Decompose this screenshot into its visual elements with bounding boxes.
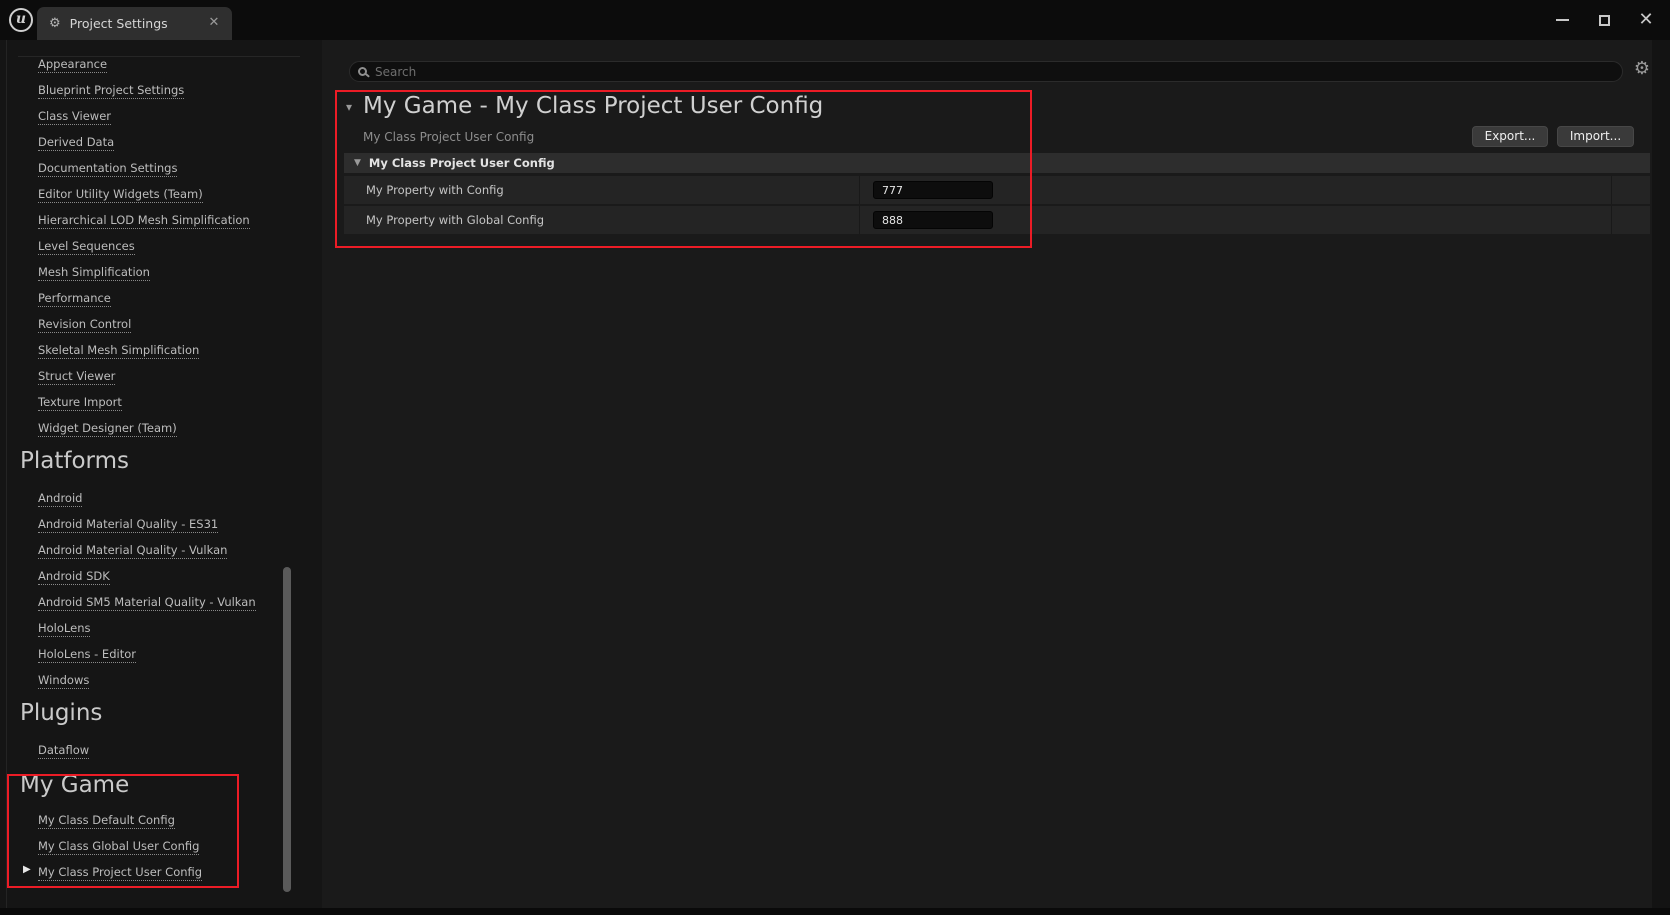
sidebar-item-hololens[interactable]: HoloLens: [0, 615, 280, 641]
sidebar-item-class-viewer[interactable]: Class Viewer: [0, 103, 280, 129]
sidebar-header-my-game: My Game: [20, 772, 129, 798]
sidebar-settings-list: Appearance Blueprint Project Settings Cl…: [0, 51, 280, 441]
sidebar-my-game-list: My Class Default Config My Class Global …: [0, 807, 280, 885]
sidebar-item-hololens-editor[interactable]: HoloLens - Editor: [0, 641, 280, 667]
close-icon: ✕: [1638, 11, 1653, 29]
sidebar-item-android-sm5-vulkan[interactable]: Android SM5 Material Quality - Vulkan: [0, 589, 280, 615]
sidebar-item-skeletal-mesh-simplification[interactable]: Skeletal Mesh Simplification: [0, 337, 280, 363]
sidebar-item-android-material-vulkan[interactable]: Android Material Quality - Vulkan: [0, 537, 280, 563]
sidebar-item-performance[interactable]: Performance: [0, 285, 280, 311]
my-property-with-global-config-input[interactable]: [873, 211, 993, 229]
sidebar-item-dataflow[interactable]: Dataflow: [0, 737, 280, 763]
property-label: My Property with Config: [344, 176, 860, 204]
sidebar-item-derived-data[interactable]: Derived Data: [0, 129, 280, 155]
minimize-icon: [1556, 19, 1569, 21]
unreal-engine-logo-icon: u: [9, 8, 33, 32]
property-label: My Property with Global Config: [344, 206, 860, 234]
my-property-with-config-input[interactable]: [873, 181, 993, 199]
property-extra-cell: [1612, 206, 1650, 234]
sidebar-item-my-class-global-user-config[interactable]: My Class Global User Config: [0, 833, 280, 859]
section-collapse-arrow-icon[interactable]: ▾: [346, 100, 352, 114]
settings-gear-icon[interactable]: ⚙: [1630, 57, 1654, 81]
sidebar-plugins-list: Dataflow: [0, 737, 280, 763]
page-title: My Game - My Class Project User Config: [363, 93, 823, 119]
sidebar-item-widget-designer[interactable]: Widget Designer (Team): [0, 415, 280, 441]
category-collapse-arrow-icon[interactable]: ▼: [354, 158, 361, 168]
sidebar-item-level-sequences[interactable]: Level Sequences: [0, 233, 280, 259]
project-settings-window: u ⚙ Project Settings ✕ ✕ Appearance Blue…: [0, 0, 1670, 915]
sidebar-item-android-sdk[interactable]: Android SDK: [0, 563, 280, 589]
sidebar-header-platforms: Platforms: [20, 448, 129, 474]
category-header-label: My Class Project User Config: [369, 156, 555, 170]
window-bottom-border: [0, 908, 1670, 915]
sidebar-item-mesh-simplification[interactable]: Mesh Simplification: [0, 259, 280, 285]
title-bar: u ⚙ Project Settings ✕ ✕: [0, 0, 1670, 40]
export-button[interactable]: Export...: [1472, 126, 1548, 147]
selected-item-arrow-icon: ▶: [23, 864, 31, 875]
sidebar-item-android[interactable]: Android: [0, 485, 280, 511]
tab-close-icon[interactable]: ✕: [206, 15, 222, 31]
sidebar-item-android-material-es31[interactable]: Android Material Quality - ES31: [0, 511, 280, 537]
sidebar-header-plugins: Plugins: [20, 700, 102, 726]
sidebar-item-hierarchical-lod[interactable]: Hierarchical LOD Mesh Simplification: [0, 207, 280, 233]
sidebar-item-editor-utility-widgets[interactable]: Editor Utility Widgets (Team): [0, 181, 280, 207]
sidebar-item-revision-control[interactable]: Revision Control: [0, 311, 280, 337]
property-row: My Property with Global Config: [344, 206, 1650, 234]
main-scroll-gutter: [1652, 40, 1670, 908]
tab-label: Project Settings: [70, 16, 168, 31]
sidebar-item-documentation-settings[interactable]: Documentation Settings: [0, 155, 280, 181]
sidebar-item-texture-import[interactable]: Texture Import: [0, 389, 280, 415]
category-header-row[interactable]: ▼ My Class Project User Config: [344, 153, 1650, 173]
search-icon: [358, 67, 367, 76]
maximize-icon: [1599, 15, 1610, 26]
window-minimize-button[interactable]: [1545, 5, 1579, 35]
sidebar-item-appearance[interactable]: Appearance: [0, 51, 280, 77]
sidebar-item-blueprint-project-settings[interactable]: Blueprint Project Settings: [0, 77, 280, 103]
window-maximize-button[interactable]: [1587, 5, 1621, 35]
settings-sidebar: Appearance Blueprint Project Settings Cl…: [0, 40, 322, 908]
page-subtitle: My Class Project User Config: [363, 130, 534, 144]
import-button[interactable]: Import...: [1557, 126, 1634, 147]
sidebar-scrollbar-thumb[interactable]: [283, 567, 291, 892]
sidebar-platforms-list: Android Android Material Quality - ES31 …: [0, 485, 280, 693]
window-close-button[interactable]: ✕: [1629, 5, 1663, 35]
property-row: My Property with Config: [344, 176, 1650, 204]
sidebar-item-my-class-project-user-config[interactable]: My Class Project User Config: [0, 859, 280, 885]
property-value-cell: [860, 176, 1612, 204]
project-settings-icon: ⚙: [49, 16, 61, 31]
sidebar-item-struct-viewer[interactable]: Struct Viewer: [0, 363, 280, 389]
settings-search-bar[interactable]: [349, 61, 1623, 82]
search-input[interactable]: [375, 65, 1622, 79]
property-extra-cell: [1612, 176, 1650, 204]
sidebar-item-windows[interactable]: Windows: [0, 667, 280, 693]
sidebar-item-my-class-default-config[interactable]: My Class Default Config: [0, 807, 280, 833]
property-value-cell: [860, 206, 1612, 234]
tab-project-settings[interactable]: ⚙ Project Settings ✕: [37, 7, 232, 40]
